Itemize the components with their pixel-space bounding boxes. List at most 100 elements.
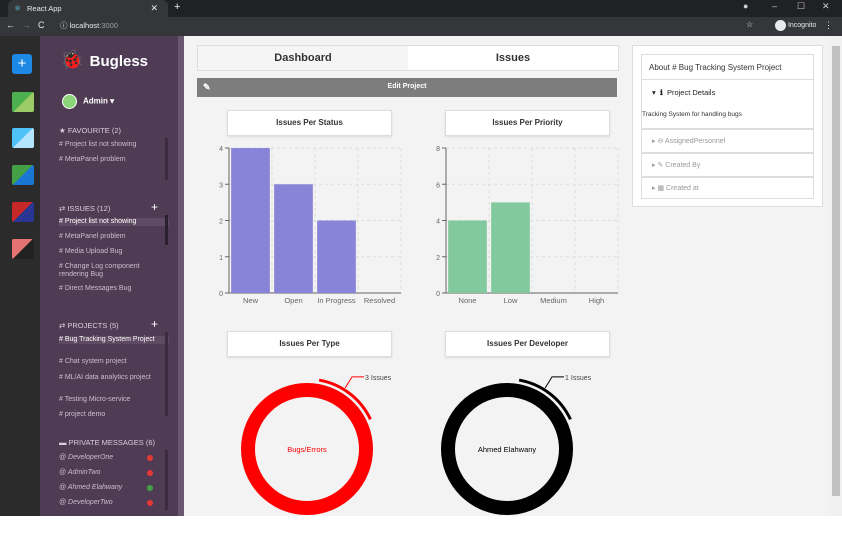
forward-icon[interactable]: → — [22, 20, 31, 30]
y-tick-label: 0 — [436, 291, 440, 298]
workspace-icon-4[interactable] — [12, 202, 34, 222]
offline-status-dot — [147, 455, 153, 461]
star-icon: ★ — [59, 126, 66, 135]
issue-item[interactable]: # Change Log component rendering Bug — [59, 263, 169, 279]
slice-label: Bugs/Errors — [287, 445, 327, 454]
browser-tab[interactable]: ⚛ React App ✕ — [8, 0, 168, 17]
project-item[interactable]: # project demo — [59, 411, 169, 419]
y-tick-label: 1 — [219, 255, 223, 262]
bar — [231, 148, 270, 293]
page-scrollbar[interactable] — [830, 36, 842, 516]
window-close-icon[interactable]: ✕ — [822, 1, 830, 12]
issues-scrollbar[interactable] — [165, 215, 168, 245]
offline-status-dot — [147, 470, 153, 476]
envelope-icon: ▬ — [59, 438, 67, 447]
x-tick-label: None — [459, 296, 477, 305]
url-field[interactable]: ⓘ localhost:3000 — [60, 20, 740, 33]
new-tab-icon[interactable]: + — [174, 1, 180, 13]
favourite-item[interactable]: # Project list not showing — [59, 141, 169, 149]
minimize-icon[interactable]: – — [772, 1, 777, 11]
maximize-icon[interactable]: ☐ — [797, 1, 805, 12]
reload-icon[interactable]: C — [38, 20, 45, 30]
close-tab-icon[interactable]: ✕ — [150, 3, 158, 14]
avatar — [62, 94, 77, 109]
y-tick-label: 6 — [436, 182, 440, 189]
workspace-icon-5[interactable] — [12, 239, 34, 259]
issues-header-label: ISSUES (12) — [67, 204, 111, 213]
issue-item[interactable]: # Direct Messages Bug — [59, 285, 169, 293]
project-item[interactable]: # Chat system project — [59, 358, 169, 366]
x-tick-label: Open — [284, 296, 302, 305]
workspace-icon-3[interactable] — [12, 165, 34, 185]
bookmark-star-icon[interactable]: ☆ — [746, 20, 753, 29]
project-details-row[interactable]: ▾ ℹ Project Details Tracking System for … — [641, 79, 814, 129]
panel-header: About # Bug Tracking System Project — [641, 54, 814, 80]
project-description: Tracking System for handling bugs — [642, 111, 742, 118]
issue-item[interactable]: # Project list not showing — [59, 218, 169, 226]
label-line — [344, 376, 365, 389]
workspace-icon-1[interactable] — [12, 92, 34, 112]
back-icon[interactable]: ← — [6, 20, 15, 30]
incognito-label: Incognito — [787, 22, 817, 29]
messages-scrollbar[interactable] — [165, 450, 168, 510]
exchange-icon: ⇄ — [59, 204, 66, 213]
browser-tab-title: React App — [27, 4, 62, 13]
incognito-icon — [775, 20, 786, 31]
created-at-row[interactable]: ▸ ▦ Created at — [641, 177, 814, 199]
add-issue-icon[interactable]: + — [151, 200, 158, 214]
x-tick-label: High — [589, 296, 604, 305]
slice-annotation: 3 Issues — [365, 375, 392, 382]
favourite-item[interactable]: # MetaPanel problem — [59, 156, 169, 164]
user-menu[interactable]: Admin ▾ — [62, 94, 114, 109]
page-scrollbar-thumb[interactable] — [832, 46, 840, 496]
y-tick-label: 4 — [436, 219, 440, 226]
pencil-icon: ✎ — [657, 162, 664, 169]
pm-header-label: PRIVATE MESSAGES (6) — [68, 438, 156, 447]
slice-annotation: 1 Issues — [565, 375, 592, 382]
y-tick-label: 3 — [219, 182, 223, 189]
project-item[interactable]: # Bug Tracking System Project — [59, 336, 169, 344]
browser-menu-icon[interactable]: ⋮ — [824, 20, 833, 31]
project-item[interactable]: # Testing Micro-service — [59, 396, 169, 404]
y-tick-label: 2 — [219, 219, 223, 226]
caret-down-icon: ▾ — [652, 88, 656, 97]
created-by-row[interactable]: ▸ ✎ Created By — [641, 153, 814, 177]
online-status-dot — [147, 485, 153, 491]
calendar-icon: ▦ — [657, 185, 665, 192]
label-line — [544, 376, 565, 389]
bug-logo-icon: 🐞 — [60, 50, 84, 71]
app-logo: 🐞 Bugless — [60, 48, 148, 72]
assigned-personnel-row[interactable]: ▸ ⊖ AssignedPersonnel — [641, 129, 814, 153]
workspace-icon-2[interactable] — [12, 128, 34, 148]
user-circle-icon: ⊖ — [657, 138, 664, 145]
info-icon: ℹ — [659, 88, 663, 97]
info-icon: ⓘ — [60, 21, 68, 30]
projects-section-header: ⇄ PROJECTS (5) — [59, 321, 119, 330]
projects-header-label: PROJECTS (5) — [67, 321, 119, 330]
projects-scrollbar[interactable] — [165, 332, 168, 416]
issue-item[interactable]: # Media Upload Bug — [59, 248, 169, 256]
bar — [448, 220, 487, 293]
add-project-icon[interactable]: + — [151, 317, 158, 331]
incognito-badge[interactable]: Incognito — [775, 20, 816, 32]
project-details-toggle[interactable]: ▾ ℹ Project Details — [652, 88, 715, 97]
add-workspace-button[interactable]: + — [12, 54, 32, 74]
assigned-label: AssignedPersonnel — [664, 138, 726, 145]
offline-status-dot — [147, 500, 153, 506]
issues-section-header: ⇄ ISSUES (12) — [59, 204, 110, 213]
status-bar-chart: 0 1 2 3 4 New Open In Progress Resolved — [219, 146, 402, 305]
issue-item[interactable]: # MetaPanel problem — [59, 233, 169, 241]
caret-right-icon: ▸ — [652, 185, 656, 192]
project-item[interactable]: # ML/AI data analytics project — [59, 374, 169, 382]
y-tick-label: 0 — [219, 291, 223, 298]
caret-right-icon: ▸ — [652, 138, 656, 145]
favourite-header-label: FAVOURITE (2) — [67, 126, 122, 135]
x-tick-label: Resolved — [364, 296, 395, 305]
favourites-scrollbar[interactable] — [165, 138, 168, 180]
profile-icon[interactable]: ● — [743, 1, 748, 11]
bar — [317, 220, 356, 293]
favourite-section-header: ★ FAVOURITE (2) — [59, 126, 121, 135]
x-tick-label: Low — [504, 296, 518, 305]
type-pie-chart: 3 Issues Bugs/Errors — [241, 375, 392, 515]
user-name: Admin — [83, 96, 108, 106]
